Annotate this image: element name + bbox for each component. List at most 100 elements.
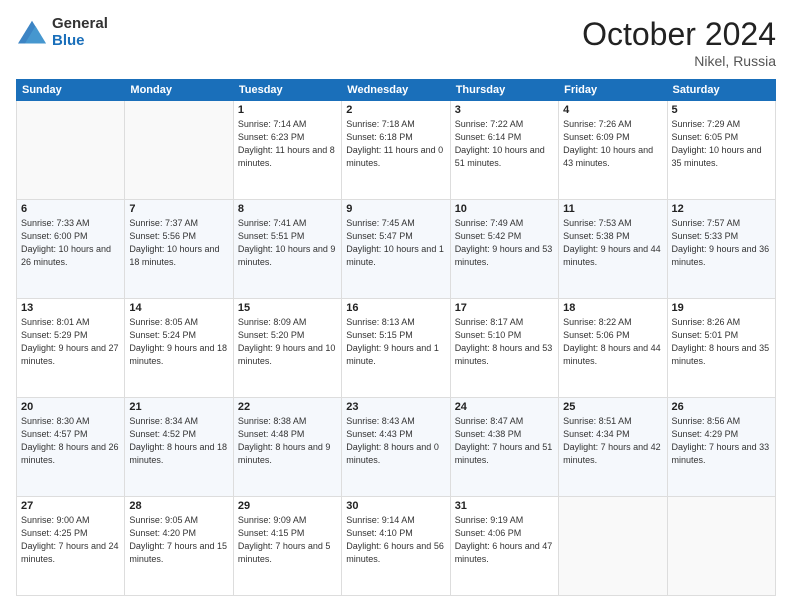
day-detail: Sunrise: 7:18 AM Sunset: 6:18 PM Dayligh… bbox=[346, 118, 445, 170]
day-number: 6 bbox=[21, 203, 120, 215]
calendar-cell: 14Sunrise: 8:05 AM Sunset: 5:24 PM Dayli… bbox=[125, 299, 233, 398]
calendar-cell: 8 Sunrise: 7:41 AM Sunset: 5:51 PM Daylig… bbox=[233, 200, 341, 299]
day-number: 30 bbox=[346, 500, 445, 512]
day-detail: Sunrise: 7:57 AM Sunset: 5:33 PM Dayligh… bbox=[672, 217, 771, 269]
day-number: 11 bbox=[563, 203, 662, 215]
calendar-cell: 19Sunrise: 8:26 AM Sunset: 5:01 PM Dayli… bbox=[667, 299, 775, 398]
day-detail: Sunrise: 7:45 AM Sunset: 5:47 PM Dayligh… bbox=[346, 217, 445, 269]
day-detail: Sunrise: 8:43 AM Sunset: 4:43 PM Dayligh… bbox=[346, 415, 445, 467]
day-detail: Sunrise: 7:53 AM Sunset: 5:38 PM Dayligh… bbox=[563, 217, 662, 269]
calendar-week-2: 6Sunrise: 7:33 AM Sunset: 6:00 PM Daylig… bbox=[17, 200, 776, 299]
day-number: 16 bbox=[346, 302, 445, 314]
title-block: October 2024 Nikel, Russia bbox=[582, 16, 776, 69]
calendar-cell: 10 Sunrise: 7:49 AM Sunset: 5:42 PM Dayli… bbox=[450, 200, 558, 299]
day-number: 25 bbox=[563, 401, 662, 413]
day-detail: Sunrise: 8:34 AM Sunset: 4:52 PM Dayligh… bbox=[129, 415, 228, 467]
calendar-cell: 20Sunrise: 8:30 AM Sunset: 4:57 PM Dayli… bbox=[17, 398, 125, 497]
calendar-cell: 24 Sunrise: 8:47 AM Sunset: 4:38 PM Dayli… bbox=[450, 398, 558, 497]
calendar-cell bbox=[667, 497, 775, 596]
col-sunday: Sunday bbox=[17, 80, 125, 101]
day-number: 5 bbox=[672, 104, 771, 116]
logo-blue: Blue bbox=[52, 33, 108, 50]
day-detail: Sunrise: 7:26 AM Sunset: 6:09 PM Dayligh… bbox=[563, 118, 662, 170]
header: General Blue October 2024 Nikel, Russia bbox=[16, 16, 776, 69]
month-title: October 2024 bbox=[582, 16, 776, 53]
calendar-week-5: 27Sunrise: 9:00 AM Sunset: 4:25 PM Dayli… bbox=[17, 497, 776, 596]
day-number: 18 bbox=[563, 302, 662, 314]
day-number: 24 bbox=[455, 401, 554, 413]
day-detail: Sunrise: 8:38 AM Sunset: 4:48 PM Dayligh… bbox=[238, 415, 337, 467]
day-detail: Sunrise: 9:19 AM Sunset: 4:06 PM Dayligh… bbox=[455, 514, 554, 566]
calendar-cell: 5 Sunrise: 7:29 AM Sunset: 6:05 PM Daylig… bbox=[667, 101, 775, 200]
calendar-cell: 16Sunrise: 8:13 AM Sunset: 5:15 PM Dayli… bbox=[342, 299, 450, 398]
day-detail: Sunrise: 7:29 AM Sunset: 6:05 PM Dayligh… bbox=[672, 118, 771, 170]
day-detail: Sunrise: 9:09 AM Sunset: 4:15 PM Dayligh… bbox=[238, 514, 337, 566]
day-number: 23 bbox=[346, 401, 445, 413]
calendar-cell: 25 Sunrise: 8:51 AM Sunset: 4:34 PM Dayli… bbox=[559, 398, 667, 497]
day-number: 1 bbox=[238, 104, 337, 116]
day-number: 21 bbox=[129, 401, 228, 413]
calendar-week-4: 20Sunrise: 8:30 AM Sunset: 4:57 PM Dayli… bbox=[17, 398, 776, 497]
calendar-cell: 31 Sunrise: 9:19 AM Sunset: 4:06 PM Dayli… bbox=[450, 497, 558, 596]
day-number: 9 bbox=[346, 203, 445, 215]
col-friday: Friday bbox=[559, 80, 667, 101]
day-detail: Sunrise: 8:56 AM Sunset: 4:29 PM Dayligh… bbox=[672, 415, 771, 467]
day-detail: Sunrise: 7:49 AM Sunset: 5:42 PM Dayligh… bbox=[455, 217, 554, 269]
day-detail: Sunrise: 8:09 AM Sunset: 5:20 PM Dayligh… bbox=[238, 316, 337, 368]
day-number: 7 bbox=[129, 203, 228, 215]
calendar-cell: 12 Sunrise: 7:57 AM Sunset: 5:33 PM Dayli… bbox=[667, 200, 775, 299]
calendar-table: Sunday Monday Tuesday Wednesday Thursday… bbox=[16, 79, 776, 596]
day-detail: Sunrise: 7:37 AM Sunset: 5:56 PM Dayligh… bbox=[129, 217, 228, 269]
calendar-cell: 9 Sunrise: 7:45 AM Sunset: 5:47 PM Daylig… bbox=[342, 200, 450, 299]
day-detail: Sunrise: 8:47 AM Sunset: 4:38 PM Dayligh… bbox=[455, 415, 554, 467]
day-number: 8 bbox=[238, 203, 337, 215]
calendar-cell: 6Sunrise: 7:33 AM Sunset: 6:00 PM Daylig… bbox=[17, 200, 125, 299]
logo: General Blue bbox=[16, 16, 108, 49]
day-detail: Sunrise: 8:01 AM Sunset: 5:29 PM Dayligh… bbox=[21, 316, 120, 368]
day-number: 2 bbox=[346, 104, 445, 116]
day-detail: Sunrise: 8:22 AM Sunset: 5:06 PM Dayligh… bbox=[563, 316, 662, 368]
calendar-cell: 4 Sunrise: 7:26 AM Sunset: 6:09 PM Daylig… bbox=[559, 101, 667, 200]
logo-general: General bbox=[52, 16, 108, 33]
page: General Blue October 2024 Nikel, Russia … bbox=[0, 0, 792, 612]
calendar-cell: 22 Sunrise: 8:38 AM Sunset: 4:48 PM Dayli… bbox=[233, 398, 341, 497]
calendar-cell: 15Sunrise: 8:09 AM Sunset: 5:20 PM Dayli… bbox=[233, 299, 341, 398]
day-detail: Sunrise: 8:17 AM Sunset: 5:10 PM Dayligh… bbox=[455, 316, 554, 368]
calendar-cell bbox=[17, 101, 125, 200]
day-number: 3 bbox=[455, 104, 554, 116]
day-detail: Sunrise: 7:14 AM Sunset: 6:23 PM Dayligh… bbox=[238, 118, 337, 170]
col-tuesday: Tuesday bbox=[233, 80, 341, 101]
calendar-cell: 18 Sunrise: 8:22 AM Sunset: 5:06 PM Dayli… bbox=[559, 299, 667, 398]
day-number: 17 bbox=[455, 302, 554, 314]
calendar-cell: 28Sunrise: 9:05 AM Sunset: 4:20 PM Dayli… bbox=[125, 497, 233, 596]
calendar-cell: 26Sunrise: 8:56 AM Sunset: 4:29 PM Dayli… bbox=[667, 398, 775, 497]
col-saturday: Saturday bbox=[667, 80, 775, 101]
calendar-cell: 21 Sunrise: 8:34 AM Sunset: 4:52 PM Dayli… bbox=[125, 398, 233, 497]
day-number: 22 bbox=[238, 401, 337, 413]
calendar-cell: 2 Sunrise: 7:18 AM Sunset: 6:18 PM Daylig… bbox=[342, 101, 450, 200]
day-number: 10 bbox=[455, 203, 554, 215]
logo-icon bbox=[16, 19, 48, 47]
day-number: 12 bbox=[672, 203, 771, 215]
calendar-cell: 17 Sunrise: 8:17 AM Sunset: 5:10 PM Dayli… bbox=[450, 299, 558, 398]
calendar-cell: 1 Sunrise: 7:14 AM Sunset: 6:23 PM Daylig… bbox=[233, 101, 341, 200]
calendar-cell bbox=[559, 497, 667, 596]
calendar-week-1: 1 Sunrise: 7:14 AM Sunset: 6:23 PM Daylig… bbox=[17, 101, 776, 200]
day-detail: Sunrise: 9:14 AM Sunset: 4:10 PM Dayligh… bbox=[346, 514, 445, 566]
day-number: 19 bbox=[672, 302, 771, 314]
day-number: 4 bbox=[563, 104, 662, 116]
day-detail: Sunrise: 8:51 AM Sunset: 4:34 PM Dayligh… bbox=[563, 415, 662, 467]
day-detail: Sunrise: 9:00 AM Sunset: 4:25 PM Dayligh… bbox=[21, 514, 120, 566]
day-number: 31 bbox=[455, 500, 554, 512]
day-number: 14 bbox=[129, 302, 228, 314]
calendar-cell: 30 Sunrise: 9:14 AM Sunset: 4:10 PM Dayli… bbox=[342, 497, 450, 596]
calendar-cell: 11 Sunrise: 7:53 AM Sunset: 5:38 PM Dayli… bbox=[559, 200, 667, 299]
calendar-cell bbox=[125, 101, 233, 200]
calendar-cell: 3Sunrise: 7:22 AM Sunset: 6:14 PM Daylig… bbox=[450, 101, 558, 200]
calendar-header-row: Sunday Monday Tuesday Wednesday Thursday… bbox=[17, 80, 776, 101]
day-detail: Sunrise: 9:05 AM Sunset: 4:20 PM Dayligh… bbox=[129, 514, 228, 566]
location: Nikel, Russia bbox=[582, 53, 776, 69]
col-monday: Monday bbox=[125, 80, 233, 101]
day-number: 29 bbox=[238, 500, 337, 512]
day-detail: Sunrise: 7:41 AM Sunset: 5:51 PM Dayligh… bbox=[238, 217, 337, 269]
